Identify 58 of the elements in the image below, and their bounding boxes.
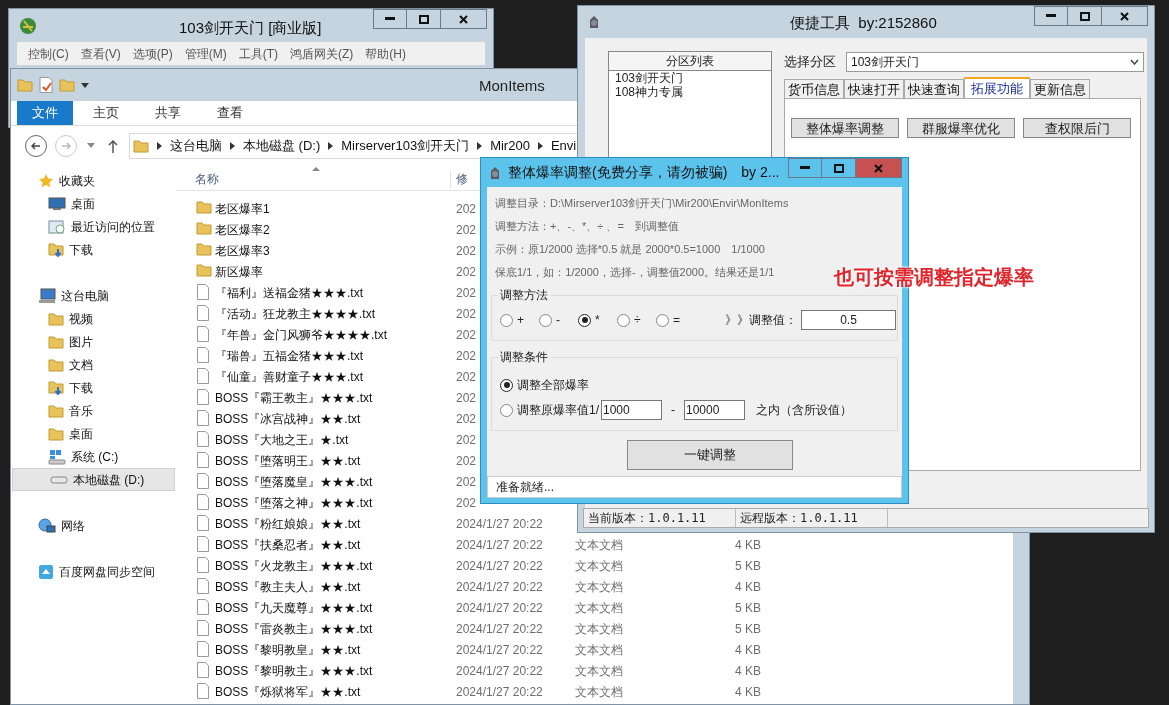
file-date: 2024/1/27 20:22 bbox=[456, 684, 543, 701]
group-title: 调整方法 bbox=[498, 286, 550, 304]
file-date: 2024/1/27 20:22 bbox=[456, 558, 543, 575]
file-type: 文本文档 bbox=[575, 600, 623, 617]
file-date: 202 bbox=[456, 432, 477, 449]
file-date: 2024/1/27 20:22 bbox=[456, 663, 543, 680]
group-title: 调整条件 bbox=[498, 348, 550, 366]
file-date: 202 bbox=[456, 369, 477, 386]
file-type: 文本文档 bbox=[575, 558, 623, 575]
file-type: 文本文档 bbox=[575, 621, 623, 638]
file-date: 2024/1/27 20:22 bbox=[456, 621, 543, 638]
file-date: 202 bbox=[456, 222, 477, 239]
info-text: 调整方法：+、-、*、÷ 、= 到调整值 bbox=[495, 219, 679, 234]
field-label: 》》调整值： bbox=[725, 312, 797, 329]
file-size: 5 KB bbox=[735, 558, 761, 575]
file-type: 文本文档 bbox=[575, 537, 623, 554]
info-text: 调整目录：D:\Mirserver103剑开天门\Mir200\Envir\MonItems bbox=[495, 196, 789, 211]
window-title: MonItems bbox=[479, 76, 545, 96]
file-date: 202 bbox=[456, 327, 477, 344]
file-size: 5 KB bbox=[735, 621, 761, 638]
file-date: 202 bbox=[456, 453, 477, 470]
file-type: 文本文档 bbox=[575, 663, 623, 680]
range-separator: - bbox=[670, 402, 676, 419]
file-date: 2024/1/27 20:22 bbox=[456, 642, 543, 659]
window-title: 便捷工具 by:2152860 bbox=[790, 13, 937, 33]
file-date: 2024/1/27 20:22 bbox=[456, 600, 543, 617]
file-size: 4 KB bbox=[735, 663, 761, 680]
window-title: 103剑开天门 [商业版] bbox=[179, 18, 322, 38]
file-type: 文本文档 bbox=[575, 642, 623, 659]
file-date: 202 bbox=[456, 243, 477, 260]
file-size: 5 KB bbox=[735, 600, 761, 617]
file-date: 202 bbox=[456, 201, 477, 218]
file-size: 4 KB bbox=[735, 642, 761, 659]
range-suffix: 之内（含所设值） bbox=[756, 402, 852, 419]
file-date: 2024/1/27 20:22 bbox=[456, 537, 543, 554]
file-size: 4 KB bbox=[735, 579, 761, 596]
file-type: 文本文档 bbox=[575, 579, 623, 596]
file-date: 202 bbox=[456, 348, 477, 365]
list-header: 分区列表 bbox=[609, 52, 771, 71]
file-date: 202 bbox=[456, 264, 477, 281]
field-label: 选择分区 bbox=[784, 53, 836, 72]
file-type: 文本文档 bbox=[575, 684, 623, 701]
file-date: 202 bbox=[456, 306, 477, 323]
file-date: 2024/1/27 20:22 bbox=[456, 516, 543, 533]
status-text: 当前版本：1.0.1.11 bbox=[584, 509, 736, 527]
file-date: 202 bbox=[456, 411, 477, 428]
file-date: 202 bbox=[456, 474, 477, 491]
status-bar: 准备就绪... bbox=[487, 476, 902, 498]
file-date: 202 bbox=[456, 390, 477, 407]
window-title: 整体爆率调整(免费分享，请勿被骗) by 2... bbox=[508, 163, 780, 182]
file-size: 4 KB bbox=[735, 684, 761, 701]
file-date: 2024/1/27 20:22 bbox=[456, 579, 543, 596]
info-text: 保底1/1，如：1/2000，选择-，调整值2000。结果还是1/1 bbox=[495, 265, 775, 280]
file-date: 202 bbox=[456, 495, 477, 512]
file-date: 202 bbox=[456, 285, 477, 302]
info-text: 示例：原1/2000 选择*0.5 就是 2000*0.5=1000 1/1000 bbox=[495, 242, 765, 257]
status-text: 远程版本：1.0.1.11 bbox=[736, 509, 888, 527]
file-size: 4 KB bbox=[735, 537, 761, 554]
